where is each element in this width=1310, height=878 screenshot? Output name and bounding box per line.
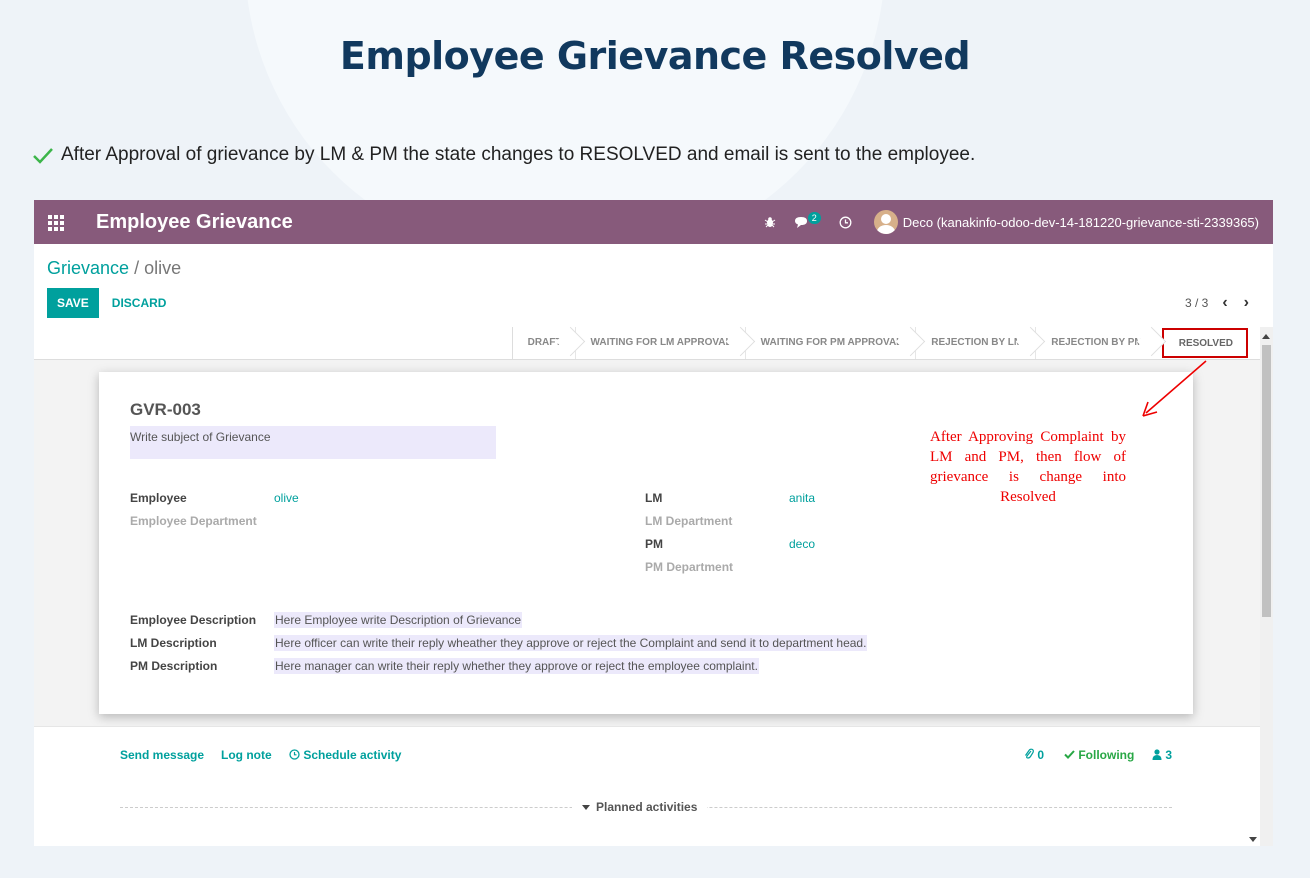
grievance-reference: GVR-003 (130, 400, 201, 419)
attachments-count: 0 (1037, 748, 1045, 762)
intro-line: After Approval of grievance by LM & PM t… (32, 144, 975, 166)
followers-count: 3 (1165, 748, 1173, 762)
stage-rejection-lm[interactable]: REJECTION BY LM (915, 327, 1035, 359)
pm-department-label: PM Department (645, 560, 734, 574)
app-screenshot: Employee Grievance 2 Deco (kanakinfo-odo… (34, 200, 1273, 848)
employee-description-field[interactable]: Here Employee write Description of Griev… (274, 612, 523, 628)
lm-department-label: LM Department (645, 514, 733, 528)
annotation-note: After Approving Complaint by LM and PM, … (930, 429, 1126, 505)
messages-icon[interactable]: 2 (794, 212, 821, 229)
stage-resolved[interactable]: RESOLVED (1161, 328, 1248, 358)
subject-input[interactable]: Write subject of Grievance (130, 426, 496, 459)
debug-bug-icon[interactable] (764, 216, 776, 228)
top-navbar: Employee Grievance 2 Deco (kanakinfo-odo… (34, 200, 1273, 244)
schedule-activity-label: Schedule activity (303, 748, 402, 762)
stage-rejection-pm[interactable]: REJECTION BY PM (1035, 327, 1156, 359)
schedule-activity-button[interactable]: Schedule activity (289, 748, 401, 762)
lm-description-field[interactable]: Here officer can write their reply wheat… (274, 635, 868, 651)
followers-button[interactable]: 3 (1152, 748, 1172, 762)
log-note-button[interactable]: Log note (221, 748, 272, 762)
lm-label: LM (645, 491, 663, 505)
employee-department-label: Employee Department (130, 514, 257, 528)
form-sheet: GVR-003 Write subject of Grievance Emplo… (99, 372, 1193, 714)
scroll-down-arrow-icon[interactable] (1249, 837, 1257, 843)
app-title[interactable]: Employee Grievance (96, 211, 293, 234)
chatter: Send message Log note Schedule activity … (34, 726, 1260, 848)
navbar-systray: 2 Deco (kanakinfo-odoo-dev-14-181220-gri… (746, 210, 1273, 234)
checkmark-icon (33, 148, 53, 164)
pm-field[interactable]: deco (789, 537, 815, 551)
breadcrumb-current: olive (144, 258, 182, 278)
paperclip-icon (1025, 748, 1034, 759)
scrollbar-thumb[interactable] (1262, 345, 1271, 617)
planned-activities-toggle[interactable]: Planned activities (572, 800, 708, 814)
form-sheet-area: GVR-003 Write subject of Grievance Emplo… (34, 360, 1260, 726)
following-button[interactable]: Following (1064, 748, 1134, 762)
intro-text: After Approval of grievance by LM & PM t… (61, 144, 976, 165)
save-button[interactable]: SAVE (47, 288, 99, 318)
pm-label: PM (645, 537, 663, 551)
pager: 3 / 3 ‹ › (1185, 294, 1249, 312)
messages-badge: 2 (807, 212, 821, 224)
user-avatar[interactable] (873, 210, 898, 234)
check-icon (1064, 750, 1075, 759)
stage-draft[interactable]: DRAFT (511, 327, 575, 359)
attachments-button[interactable]: 0 (1024, 748, 1044, 762)
employee-label: Employee (130, 491, 187, 505)
breadcrumb-parent[interactable]: Grievance (47, 258, 129, 278)
employee-description-label: Employee Description (130, 613, 257, 627)
lm-description-label: LM Description (130, 636, 217, 650)
form-buttons: SAVE DISCARD (47, 288, 166, 318)
pager-previous-icon[interactable]: ‹ (1222, 294, 1227, 312)
apps-menu-icon[interactable] (48, 215, 66, 231)
following-label: Following (1078, 748, 1135, 762)
send-message-button[interactable]: Send message (120, 748, 204, 762)
bottom-background (0, 846, 1310, 878)
pager-next-icon[interactable]: › (1244, 294, 1249, 312)
discard-button[interactable]: DISCARD (112, 296, 167, 310)
pager-value[interactable]: 3 / 3 (1185, 296, 1208, 310)
stage-waiting-pm[interactable]: WAITING FOR PM APPROVAL (744, 327, 916, 359)
lm-field[interactable]: anita (789, 491, 815, 505)
breadcrumb: Grievance / olive (47, 258, 181, 279)
breadcrumb-separator: / (134, 258, 140, 278)
pm-description-label: PM Description (130, 659, 218, 673)
planned-activities-label: Planned activities (596, 800, 698, 814)
employee-field[interactable]: olive (274, 491, 299, 505)
user-menu-label[interactable]: Deco (kanakinfo-odoo-dev-14-181220-griev… (903, 215, 1259, 230)
activity-clock-icon[interactable] (839, 216, 852, 229)
stage-waiting-lm[interactable]: WAITING FOR LM APPROVAL (574, 327, 745, 359)
clock-icon (289, 749, 300, 760)
page-title: Employee Grievance Resolved (339, 34, 971, 78)
status-bar: DRAFT WAITING FOR LM APPROVAL WAITING FO… (34, 327, 1260, 360)
pm-description-field[interactable]: Here manager can write their reply wheth… (274, 658, 759, 674)
scroll-up-arrow-icon[interactable] (1262, 333, 1270, 339)
caret-down-icon (582, 805, 590, 811)
user-icon (1152, 749, 1162, 760)
